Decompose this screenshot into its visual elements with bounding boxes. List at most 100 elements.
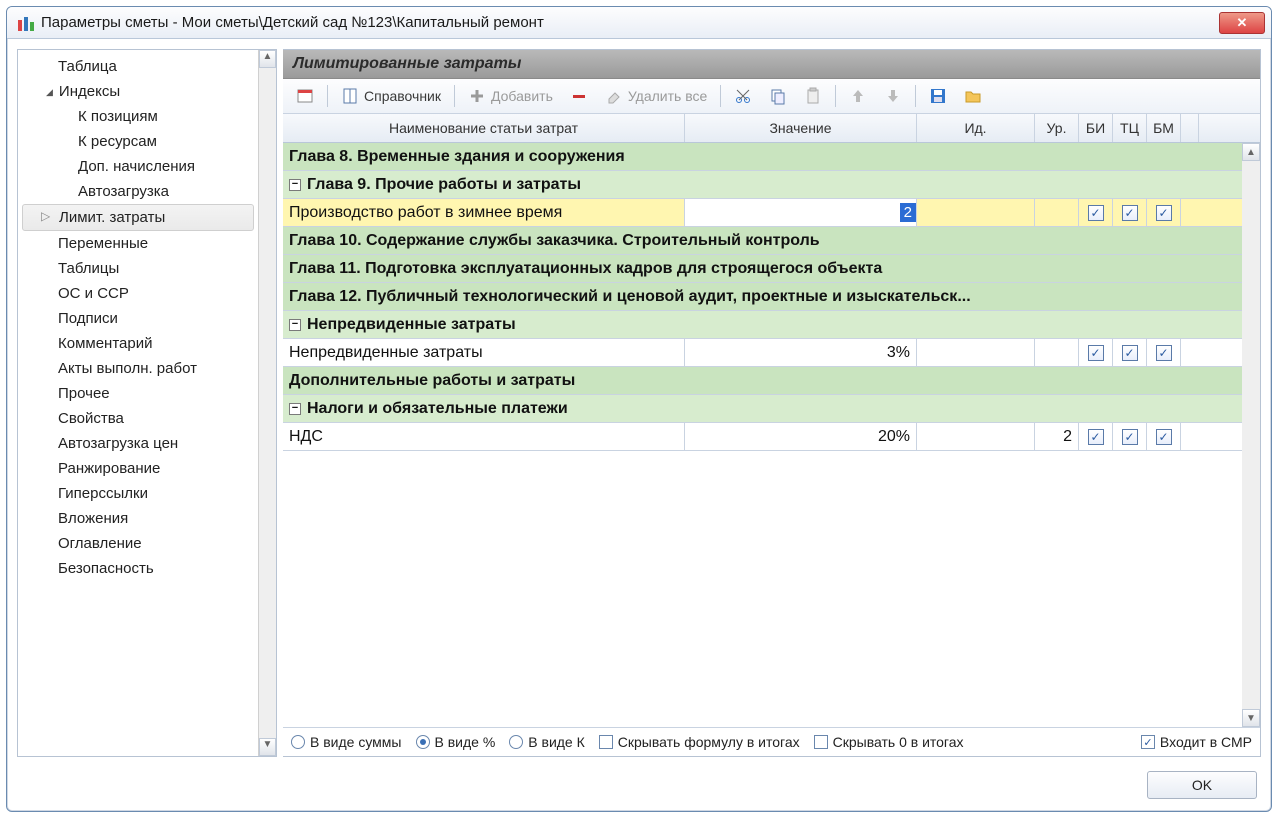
sidebar-item[interactable]: Комментарий: [18, 331, 258, 356]
titlebar: Параметры сметы - Мои сметы\Детский сад …: [7, 7, 1271, 39]
collapse-icon[interactable]: −: [289, 319, 301, 331]
paste-icon: [804, 87, 822, 105]
arrow-up-icon: [849, 87, 867, 105]
main-panel: Лимитированные затраты Справочник Добави…: [283, 49, 1261, 757]
checkbox-hide-zero[interactable]: Скрывать 0 в итогах: [814, 734, 964, 750]
open-button[interactable]: [957, 83, 989, 109]
grid-scrollbar[interactable]: ▲ ▼: [1242, 143, 1260, 727]
sidebar-item[interactable]: Индексы: [18, 79, 258, 104]
checkbox[interactable]: ✓: [1088, 205, 1104, 221]
add-button[interactable]: Добавить: [461, 83, 560, 109]
value-input[interactable]: 2: [900, 203, 916, 222]
sidebar-item[interactable]: ОС и ССР: [18, 281, 258, 306]
checkbox[interactable]: ✓: [1122, 345, 1138, 361]
panel-title: Лимитированные затраты: [283, 50, 1260, 79]
sidebar-item[interactable]: Автозагрузка цен: [18, 431, 258, 456]
close-button[interactable]: ✕: [1219, 12, 1265, 34]
sidebar-item[interactable]: Гиперссылки: [18, 481, 258, 506]
checkbox[interactable]: ✓: [1156, 205, 1172, 221]
grid-row[interactable]: Производство работ в зимнее время2✓✓✓: [283, 199, 1260, 227]
collapse-icon[interactable]: −: [289, 179, 301, 191]
grid-row[interactable]: Глава 8. Временные здания и сооружения: [283, 143, 1260, 171]
minus-icon: [570, 87, 588, 105]
sidebar-item[interactable]: К позициям: [18, 104, 258, 129]
sidebar-scrollbar[interactable]: ▲ ▼: [258, 50, 276, 756]
arrow-down-icon: [884, 87, 902, 105]
copy-icon: [769, 87, 787, 105]
radio-as-k[interactable]: В виде К: [509, 734, 585, 750]
folder-open-icon: [964, 87, 982, 105]
col-level[interactable]: Ур.: [1035, 114, 1079, 142]
grid-row[interactable]: Глава 12. Публичный технологический и це…: [283, 283, 1260, 311]
eraser-icon: [605, 87, 623, 105]
col-id[interactable]: Ид.: [917, 114, 1035, 142]
sidebar-tree[interactable]: ТаблицаИндексыК позициямК ресурсамДоп. н…: [18, 50, 258, 756]
col-tc[interactable]: ТЦ: [1113, 114, 1147, 142]
scroll-up-icon[interactable]: ▲: [1242, 143, 1260, 161]
grid-row[interactable]: НДС20%2✓✓✓: [283, 423, 1260, 451]
toggle-icon: [296, 87, 314, 105]
checkbox-hide-formula[interactable]: Скрывать формулу в итогах: [599, 734, 800, 750]
button-zone: OK: [7, 761, 1271, 811]
checkbox[interactable]: ✓: [1122, 205, 1138, 221]
save-icon: [929, 87, 947, 105]
col-bm[interactable]: БМ: [1147, 114, 1181, 142]
col-value[interactable]: Значение: [685, 114, 917, 142]
grid-row[interactable]: Глава 10. Содержание службы заказчика. С…: [283, 227, 1260, 255]
checkbox-in-smr[interactable]: ✓Входит в СМР: [1141, 734, 1252, 750]
sidebar-item[interactable]: Прочее: [18, 381, 258, 406]
col-name[interactable]: Наименование статьи затрат: [283, 114, 685, 142]
col-bi[interactable]: БИ: [1079, 114, 1113, 142]
grid[interactable]: Глава 8. Временные здания и сооружения−Г…: [283, 143, 1260, 727]
remove-button[interactable]: [563, 83, 595, 109]
plus-icon: [468, 87, 486, 105]
app-icon: [17, 14, 35, 32]
dialog-window: Параметры сметы - Мои сметы\Детский сад …: [6, 6, 1272, 812]
sidebar-item[interactable]: Переменные: [18, 231, 258, 256]
collapse-icon[interactable]: −: [289, 403, 301, 415]
sidebar-item[interactable]: К ресурсам: [18, 129, 258, 154]
sidebar-item[interactable]: Таблицы: [18, 256, 258, 281]
copy-button[interactable]: [762, 83, 794, 109]
sidebar-item[interactable]: Вложения: [18, 506, 258, 531]
sidebar: ТаблицаИндексыК позициямК ресурсамДоп. н…: [17, 49, 277, 757]
grid-row[interactable]: −Непредвиденные затраты: [283, 311, 1260, 339]
checkbox[interactable]: ✓: [1156, 345, 1172, 361]
toolbar: Справочник Добавить Удалить все: [283, 79, 1260, 114]
checkbox[interactable]: ✓: [1122, 429, 1138, 445]
paste-button[interactable]: [797, 83, 829, 109]
radio-as-percent[interactable]: В виде %: [416, 734, 496, 750]
sidebar-item[interactable]: Автозагрузка: [18, 179, 258, 204]
cut-button[interactable]: [727, 83, 759, 109]
sidebar-item[interactable]: Ранжирование: [18, 456, 258, 481]
column-headers: Наименование статьи затрат Значение Ид. …: [283, 114, 1260, 143]
sidebar-item[interactable]: Безопасность: [18, 556, 258, 581]
scroll-down-icon[interactable]: ▼: [1242, 709, 1260, 727]
reference-button[interactable]: Справочник: [334, 83, 448, 109]
grid-row[interactable]: Глава 11. Подготовка эксплуатационных ка…: [283, 255, 1260, 283]
checkbox[interactable]: ✓: [1156, 429, 1172, 445]
footer-bar: В виде суммы В виде % В виде К Скрывать …: [283, 727, 1260, 756]
book-icon: [341, 87, 359, 105]
sidebar-item[interactable]: Оглавление: [18, 531, 258, 556]
move-up-button[interactable]: [842, 83, 874, 109]
checkbox[interactable]: ✓: [1088, 429, 1104, 445]
grid-row[interactable]: −Налоги и обязательные платежи: [283, 395, 1260, 423]
sidebar-item[interactable]: Свойства: [18, 406, 258, 431]
save-button[interactable]: [922, 83, 954, 109]
scissors-icon: [734, 87, 752, 105]
sidebar-item[interactable]: Подписи: [18, 306, 258, 331]
sidebar-item[interactable]: Таблица: [18, 54, 258, 79]
grid-row[interactable]: Непредвиденные затраты3%✓✓✓: [283, 339, 1260, 367]
radio-as-sum[interactable]: В виде суммы: [291, 734, 402, 750]
move-down-button[interactable]: [877, 83, 909, 109]
checkbox[interactable]: ✓: [1088, 345, 1104, 361]
sidebar-item[interactable]: Доп. начисления: [18, 154, 258, 179]
sidebar-item[interactable]: Акты выполн. работ: [18, 356, 258, 381]
delete-all-button[interactable]: Удалить все: [598, 83, 714, 109]
ok-button[interactable]: OK: [1147, 771, 1257, 799]
grid-row[interactable]: −Глава 9. Прочие работы и затраты: [283, 171, 1260, 199]
sidebar-item[interactable]: Лимит. затраты: [22, 204, 254, 231]
toggle-button[interactable]: [289, 83, 321, 109]
grid-row[interactable]: Дополнительные работы и затраты: [283, 367, 1260, 395]
